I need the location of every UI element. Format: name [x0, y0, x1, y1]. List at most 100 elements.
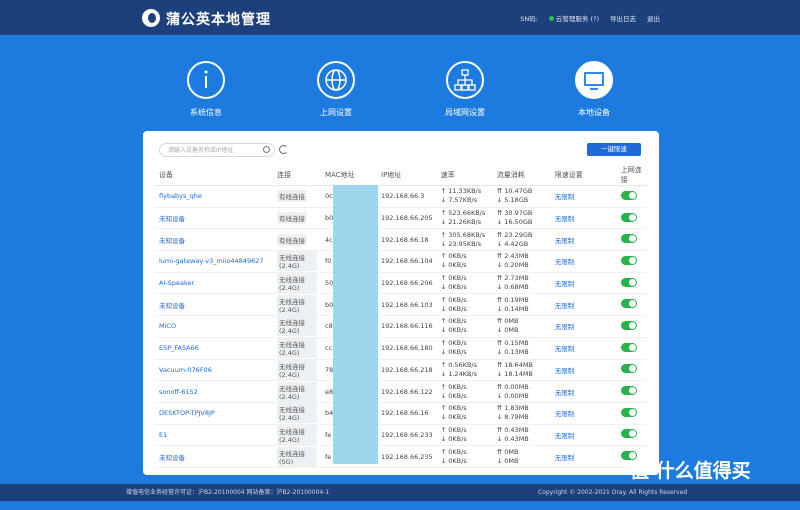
traffic-down: ↓ 0.68MB [496, 283, 529, 292]
device-name[interactable]: 未知设备 [155, 207, 273, 230]
connection-type: 无线连接(2.4G) [277, 273, 317, 294]
privacy-sticker [333, 185, 378, 464]
ip-address: 192.168.66.103 [377, 293, 437, 317]
connection-type: 无线连接(2.4G) [277, 381, 317, 402]
limit-link[interactable]: 无限制 [550, 293, 617, 317]
connection-type: 无线连接(2.4G) [277, 316, 317, 337]
info-icon [187, 61, 225, 99]
online-toggle[interactable] [620, 429, 637, 439]
ip-address: 192.168.66.180 [377, 337, 437, 360]
online-toggle[interactable] [620, 320, 637, 330]
online-toggle[interactable] [620, 299, 637, 309]
nav-local-devices[interactable]: 本地设备 [554, 61, 634, 118]
limit-link[interactable]: 无限制 [550, 207, 617, 230]
connection-cell: 无线连接(2.4G) [273, 424, 321, 447]
rate-down: ↓ 23.95KB/s [440, 239, 482, 248]
traffic-up: ⇈ 30.97GB [496, 209, 533, 218]
rate-cell: ↑ 0KB/s ↓ 0KB/s [436, 272, 493, 295]
table-row: ESP_FA5A66 无线连接(2.4G) cc 192.168.66.180 ↑ 0K… [155, 337, 647, 360]
traffic-up: ⇈ 0MB [496, 317, 519, 326]
footer-copyright: Copyright © 2002-2021 Oray. All Rights R… [538, 489, 688, 496]
device-name[interactable]: AI-Speaker [155, 272, 273, 295]
device-name[interactable]: MiCO [155, 315, 273, 338]
limit-link[interactable]: 无限制 [550, 250, 617, 273]
export-log-link[interactable]: 导出日志 [610, 13, 636, 23]
table-row: Vacuum-076F06 无线连接(2.4G) 78 192.168.66.218 ↑… [155, 359, 647, 382]
devices-panel: 请输入设备名称或IP地址 一键限速 设备 连接 MAC地址 IP地址 速率 流量… [143, 131, 659, 475]
connection-type: 有线连接 [277, 233, 307, 246]
ip-address: 192.168.66.218 [377, 359, 437, 382]
rate-up: ↑ 305.68KB/s [440, 230, 486, 239]
device-name[interactable]: Vacuum-076F06 [155, 359, 273, 382]
limit-link[interactable]: 无限制 [550, 445, 617, 468]
sn-label: SN码: [520, 15, 538, 23]
traffic-up: ⇈ 0.00MB [496, 382, 529, 391]
device-name[interactable]: lumi-gateway-v3_miio44849627 [155, 250, 273, 273]
ip-address: 192.168.66.235 [377, 445, 437, 468]
connection-cell: 无线连接(2.4G) [273, 337, 321, 360]
online-toggle[interactable] [620, 364, 637, 374]
table-row: 未知设备 有线连接 4c 192.168.66.18 ↑ 305.68KB/s ↓ 23.… [155, 228, 647, 252]
device-name[interactable]: ESP_FA5A66 [155, 337, 273, 360]
cloud-service-link[interactable]: 云管理服务 (?) [548, 13, 599, 23]
online-cell [616, 228, 647, 252]
limit-link[interactable]: 无限制 [550, 402, 617, 425]
limit-link[interactable]: 无限制 [550, 380, 617, 403]
online-toggle[interactable] [620, 234, 637, 244]
limit-link[interactable]: 无限制 [550, 337, 617, 360]
rate-cell: ↑ 0KB/s ↓ 0KB/s [436, 293, 493, 317]
nav-lan[interactable]: 局域网设置 [425, 61, 505, 118]
refresh-icon[interactable] [279, 145, 288, 154]
device-name[interactable]: flybabys_qhe [155, 185, 273, 208]
device-name[interactable]: sonoff-6152 [155, 380, 273, 403]
ip-address: 192.168.66.205 [377, 207, 437, 230]
limit-link[interactable]: 无限制 [550, 272, 617, 295]
device-name[interactable]: 未知设备 [155, 445, 273, 468]
limit-link[interactable]: 无限制 [550, 315, 617, 338]
connection-cell: 无线连接(2.4G) [273, 250, 321, 273]
traffic-cell: ⇈ 23.29GB ↓ 4.42GB [492, 228, 551, 252]
col-online: 上网连接 [616, 165, 647, 186]
online-toggle[interactable] [620, 190, 637, 200]
traffic-up: ⇈ 2.73MB [496, 274, 529, 283]
online-toggle[interactable] [620, 407, 637, 417]
rate-down: ↓ 0KB/s [440, 326, 467, 335]
table-row: 未知设备 无线连接(5G) fe 192.168.66.235 ↑ 0KB/s ↓ 0KB… [155, 445, 647, 468]
col-connection[interactable]: 连接 [273, 165, 321, 186]
rate-cell: ↑ 11.33KB/s ↓ 7.57KB/s [436, 185, 493, 208]
device-name[interactable]: DESKTOP-TPJV8JP [155, 402, 273, 425]
logout-link[interactable]: 退出 [647, 13, 660, 23]
footer-license: 增值电信业务经营许可证：沪B2-20100004 网站备案：沪B2-201000… [126, 489, 330, 496]
connection-type: 无线连接(2.4G) [277, 338, 317, 359]
table-row: sonoff-6152 无线连接(2.4G) e8 192.168.66.122 ↑ 0… [155, 380, 647, 403]
online-toggle[interactable] [620, 386, 637, 396]
online-toggle[interactable] [620, 342, 637, 352]
search-input[interactable]: 请输入设备名称或IP地址 [159, 143, 275, 157]
limit-link[interactable]: 无限制 [550, 228, 617, 252]
rate-cell: ↑ 0KB/s ↓ 0KB/s [436, 402, 493, 425]
traffic-down: ↓ 0.14MB [496, 304, 529, 313]
device-name[interactable]: 未知设备 [155, 293, 273, 317]
traffic-down: ↓ 0.13MB [496, 348, 529, 357]
online-toggle[interactable] [620, 277, 637, 287]
device-name[interactable]: 未知设备 [155, 228, 273, 252]
limit-link[interactable]: 无限制 [550, 359, 617, 382]
traffic-down: ↓ 0.20MB [496, 261, 529, 270]
limit-link[interactable]: 无限制 [550, 424, 617, 447]
top-bar: 蒲公英本地管理 SN码: 云管理服务 (?) 导出日志 退出 [0, 0, 800, 35]
nav-system-info[interactable]: 系统信息 [166, 61, 246, 118]
quick-limit-button[interactable]: 一键限速 [587, 143, 641, 156]
rate-up: ↑ 0.56KB/s [440, 360, 477, 369]
rate-up: ↑ 0KB/s [440, 425, 467, 434]
online-toggle[interactable] [620, 212, 637, 222]
nav-internet[interactable]: 上网设置 [296, 61, 376, 118]
limit-link[interactable]: 无限制 [550, 185, 617, 208]
col-traffic[interactable]: 流量消耗 [492, 165, 551, 186]
ip-address: 192.168.66.116 [377, 315, 437, 338]
col-rate[interactable]: 速率 [436, 165, 493, 186]
connection-type: 无线连接(2.4G) [277, 403, 317, 424]
traffic-cell: ⇈ 0.43MB ↓ 0.43MB [492, 424, 551, 447]
search-icon[interactable] [263, 146, 270, 153]
online-toggle[interactable] [620, 255, 637, 265]
device-name[interactable]: E1 [155, 424, 273, 447]
